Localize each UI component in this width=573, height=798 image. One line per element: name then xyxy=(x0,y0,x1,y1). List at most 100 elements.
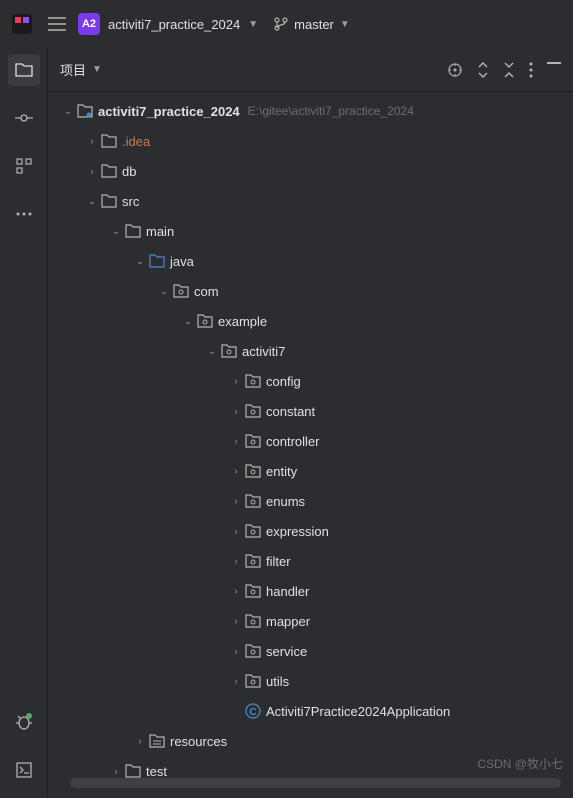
node-icon xyxy=(244,614,262,628)
node-icon xyxy=(220,344,238,358)
tree-row[interactable]: › config xyxy=(48,366,573,396)
top-bar: A2 activiti7_practice_2024 ▼ master ▼ xyxy=(0,0,573,48)
node-label: test xyxy=(146,764,167,779)
tree-row[interactable]: › service xyxy=(48,636,573,666)
expand-icon[interactable]: ⌄ xyxy=(156,286,172,297)
node-label: enums xyxy=(266,494,305,509)
node-icon xyxy=(100,164,118,178)
chevron-down-icon[interactable]: ▼ xyxy=(340,19,350,30)
debug-tool-button[interactable] xyxy=(8,706,40,738)
project-badge[interactable]: A2 xyxy=(78,13,100,35)
svg-text:C: C xyxy=(249,707,256,718)
tree-row[interactable]: ›constant xyxy=(48,396,573,426)
collapse-icon[interactable]: › xyxy=(228,586,244,596)
commit-tool-button[interactable] xyxy=(8,102,40,134)
tree-row[interactable]: › db xyxy=(48,156,573,186)
project-tree[interactable]: ⌄activiti7_practice_2024E:\gitee\activit… xyxy=(48,92,573,798)
collapse-icon[interactable]: › xyxy=(132,736,148,746)
tree-row[interactable]: ⌄activiti7_practice_2024E:\gitee\activit… xyxy=(48,96,573,126)
collapse-icon[interactable]: › xyxy=(228,466,244,476)
panel-header: 项目 ▼ xyxy=(48,48,573,92)
node-icon xyxy=(148,734,166,748)
tree-row[interactable]: ›.idea xyxy=(48,126,573,156)
node-label: handler xyxy=(266,584,309,599)
tree-row[interactable]: › entity xyxy=(48,456,573,486)
node-label: src xyxy=(122,194,139,209)
watermark: CSDN @牧小七 xyxy=(477,755,563,772)
vcs-branch[interactable]: master ▼ xyxy=(274,17,350,32)
select-opened-file-icon[interactable] xyxy=(447,62,463,78)
node-icon xyxy=(244,554,262,568)
node-icon xyxy=(244,494,262,508)
tree-row[interactable]: ⌄ java xyxy=(48,246,573,276)
node-icon xyxy=(196,314,214,328)
tree-row[interactable]: CActiviti7Practice2024Application xyxy=(48,696,573,726)
tree-row[interactable]: › expression xyxy=(48,516,573,546)
project-name[interactable]: activiti7_practice_2024 xyxy=(108,17,240,32)
collapse-icon[interactable]: › xyxy=(228,676,244,686)
tree-row[interactable]: › handler xyxy=(48,576,573,606)
panel-title[interactable]: 项目 xyxy=(60,60,86,79)
node-label: main xyxy=(146,224,174,239)
node-label: activiti7 xyxy=(242,344,285,359)
node-label: service xyxy=(266,644,307,659)
more-options-icon[interactable] xyxy=(529,62,533,78)
expand-icon[interactable]: ⌄ xyxy=(108,226,124,237)
tree-row[interactable]: ⌄com xyxy=(48,276,573,306)
chevron-down-icon[interactable]: ▼ xyxy=(248,19,258,30)
node-label: config xyxy=(266,374,301,389)
expand-icon[interactable]: ⌄ xyxy=(132,256,148,267)
tree-row[interactable]: › mapper xyxy=(48,606,573,636)
chevron-down-icon[interactable]: ▼ xyxy=(92,64,102,75)
collapse-icon[interactable]: › xyxy=(228,496,244,506)
node-label: db xyxy=(122,164,136,179)
expand-all-icon[interactable] xyxy=(477,62,489,78)
collapse-icon[interactable]: › xyxy=(228,616,244,626)
main-menu-icon[interactable] xyxy=(44,13,70,35)
tree-row[interactable]: ⌄ src xyxy=(48,186,573,216)
collapse-icon[interactable]: › xyxy=(228,526,244,536)
tool-window-bar xyxy=(0,48,48,798)
expand-icon[interactable]: ⌄ xyxy=(84,196,100,207)
collapse-all-icon[interactable] xyxy=(503,62,515,78)
collapse-icon[interactable]: › xyxy=(228,376,244,386)
horizontal-scrollbar[interactable] xyxy=(70,778,561,788)
structure-tool-button[interactable] xyxy=(8,150,40,182)
project-tool-button[interactable] xyxy=(8,54,40,86)
branch-icon xyxy=(274,17,288,31)
tree-row[interactable]: › enums xyxy=(48,486,573,516)
collapse-icon[interactable]: › xyxy=(228,406,244,416)
node-label: java xyxy=(170,254,194,269)
tree-row[interactable]: ›controller xyxy=(48,426,573,456)
expand-icon[interactable]: ⌄ xyxy=(204,346,220,357)
expand-icon[interactable]: ⌄ xyxy=(180,316,196,327)
tree-row[interactable]: ⌄ example xyxy=(48,306,573,336)
collapse-icon[interactable]: › xyxy=(84,166,100,176)
expand-icon[interactable]: ⌄ xyxy=(60,106,76,117)
tree-row[interactable]: › utils xyxy=(48,666,573,696)
collapse-icon[interactable]: › xyxy=(228,556,244,566)
node-label: entity xyxy=(266,464,297,479)
node-label: activiti7_practice_2024 xyxy=(98,104,240,119)
node-label: mapper xyxy=(266,614,310,629)
tree-row[interactable]: ⌄ main xyxy=(48,216,573,246)
more-tool-button[interactable] xyxy=(8,198,40,230)
collapse-icon[interactable]: › xyxy=(108,766,124,776)
node-icon xyxy=(244,374,262,388)
node-icon: C xyxy=(244,703,262,719)
collapse-icon[interactable]: › xyxy=(228,436,244,446)
terminal-tool-button[interactable] xyxy=(8,754,40,786)
collapse-icon[interactable]: › xyxy=(228,646,244,656)
node-label: utils xyxy=(266,674,289,689)
branch-name: master xyxy=(294,17,334,32)
tree-row[interactable]: ⌄ activiti7 xyxy=(48,336,573,366)
node-label: example xyxy=(218,314,267,329)
collapse-icon[interactable]: › xyxy=(84,136,100,146)
tree-row[interactable]: ›filter xyxy=(48,546,573,576)
node-icon xyxy=(148,254,166,268)
node-label: expression xyxy=(266,524,329,539)
app-icon xyxy=(8,10,36,38)
tree-row[interactable]: ›resources xyxy=(48,726,573,756)
hide-icon[interactable] xyxy=(547,62,561,78)
node-icon xyxy=(244,524,262,538)
